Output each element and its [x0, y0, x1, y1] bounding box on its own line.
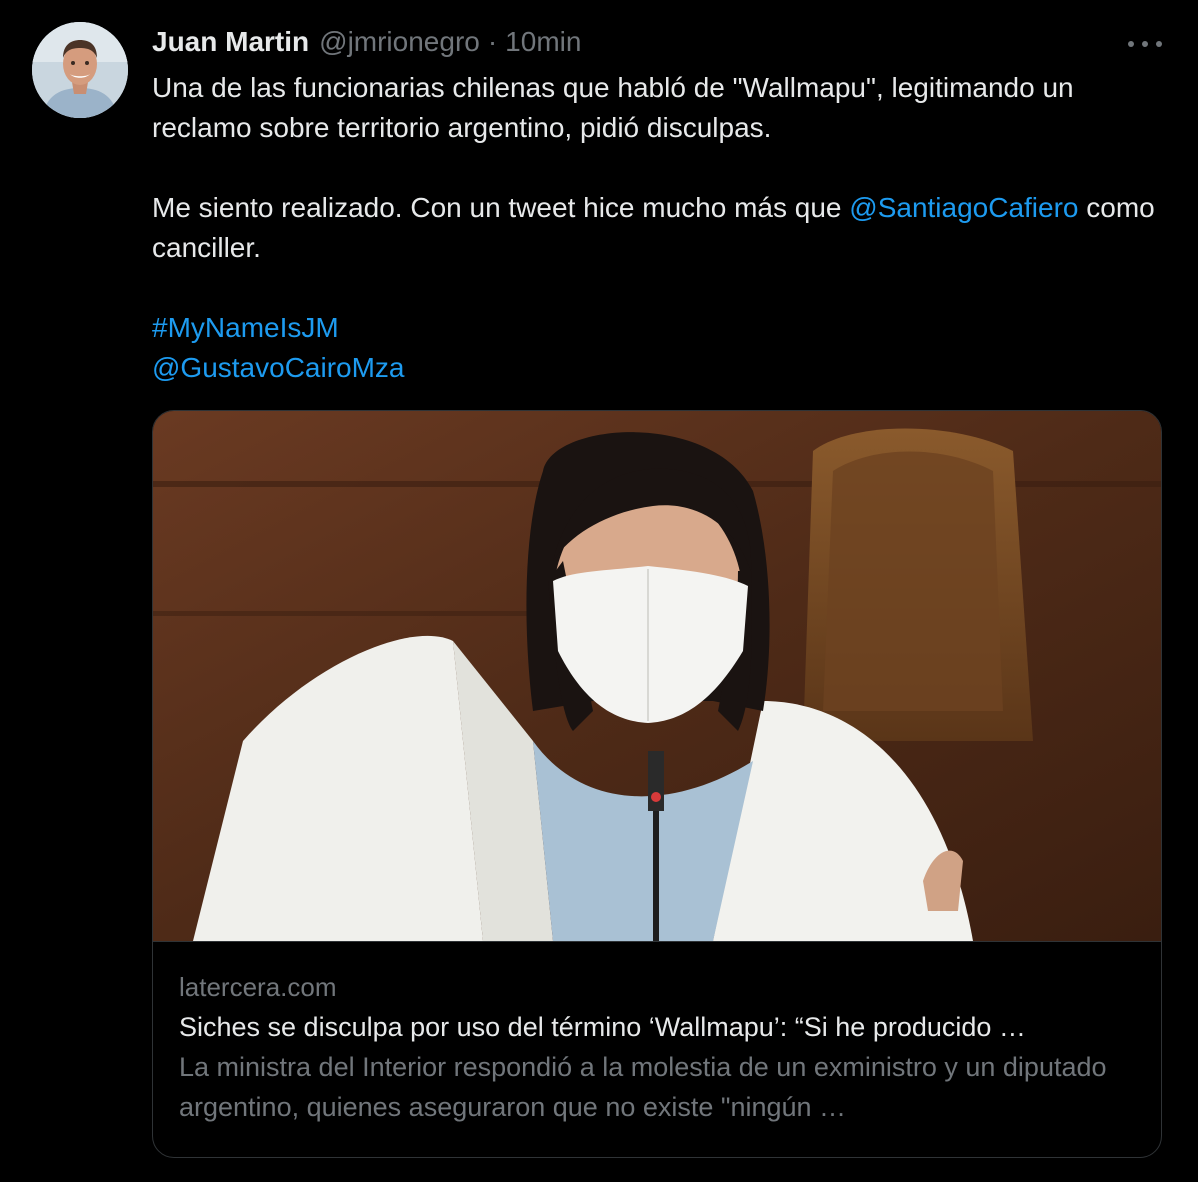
card-description: La ministra del Interior respondió a la …: [179, 1052, 1107, 1122]
tweet-paragraph-1: Una de las funcionarias chilenas que hab…: [152, 72, 1074, 143]
more-options-icon[interactable]: [1128, 34, 1162, 54]
card-photo: [153, 411, 1161, 941]
author-name[interactable]: Juan Martin: [152, 26, 309, 58]
card-divider: [153, 941, 1161, 942]
card-title[interactable]: Siches se disculpa por uso del término ‘…: [179, 1007, 1139, 1047]
tweet-paragraph-4: @GustavoCairoMza: [152, 348, 1162, 388]
mention-santiagocafiero[interactable]: @SantiagoCafiero: [849, 192, 1078, 223]
tweet-text: Una de las funcionarias chilenas que hab…: [152, 68, 1162, 388]
tweet[interactable]: Juan Martin @jmrionegro · 10min Una de l…: [0, 0, 1198, 1182]
more-dot: [1128, 41, 1134, 47]
tweet-header: Juan Martin @jmrionegro · 10min: [152, 26, 581, 62]
card-image[interactable]: [153, 411, 1161, 941]
header-separator: ·: [487, 26, 498, 57]
more-dot: [1142, 41, 1148, 47]
paragraph-2-text-start: Me siento realizado. Con un tweet hice m…: [152, 192, 850, 223]
tweet-paragraph-3: #MyNameIsJM: [152, 308, 1162, 348]
hashtag-mynameisjm[interactable]: #MyNameIsJM: [152, 312, 339, 343]
mention-gustavocairomza[interactable]: @GustavoCairoMza: [152, 352, 405, 383]
avatar[interactable]: [32, 22, 128, 118]
link-preview-card[interactable]: latercera.com Siches se disculpa por uso…: [152, 410, 1162, 1158]
avatar-photo: [32, 22, 128, 118]
more-dot: [1156, 41, 1162, 47]
card-domain: latercera.com: [179, 972, 337, 1002]
tweet-paragraph-2: Me siento realizado. Con un tweet hice m…: [152, 188, 1162, 268]
author-handle[interactable]: @jmrionegro: [319, 26, 480, 58]
tweet-timestamp[interactable]: 10min: [505, 26, 581, 58]
card-text: latercera.com Siches se disculpa por uso…: [179, 967, 1139, 1127]
